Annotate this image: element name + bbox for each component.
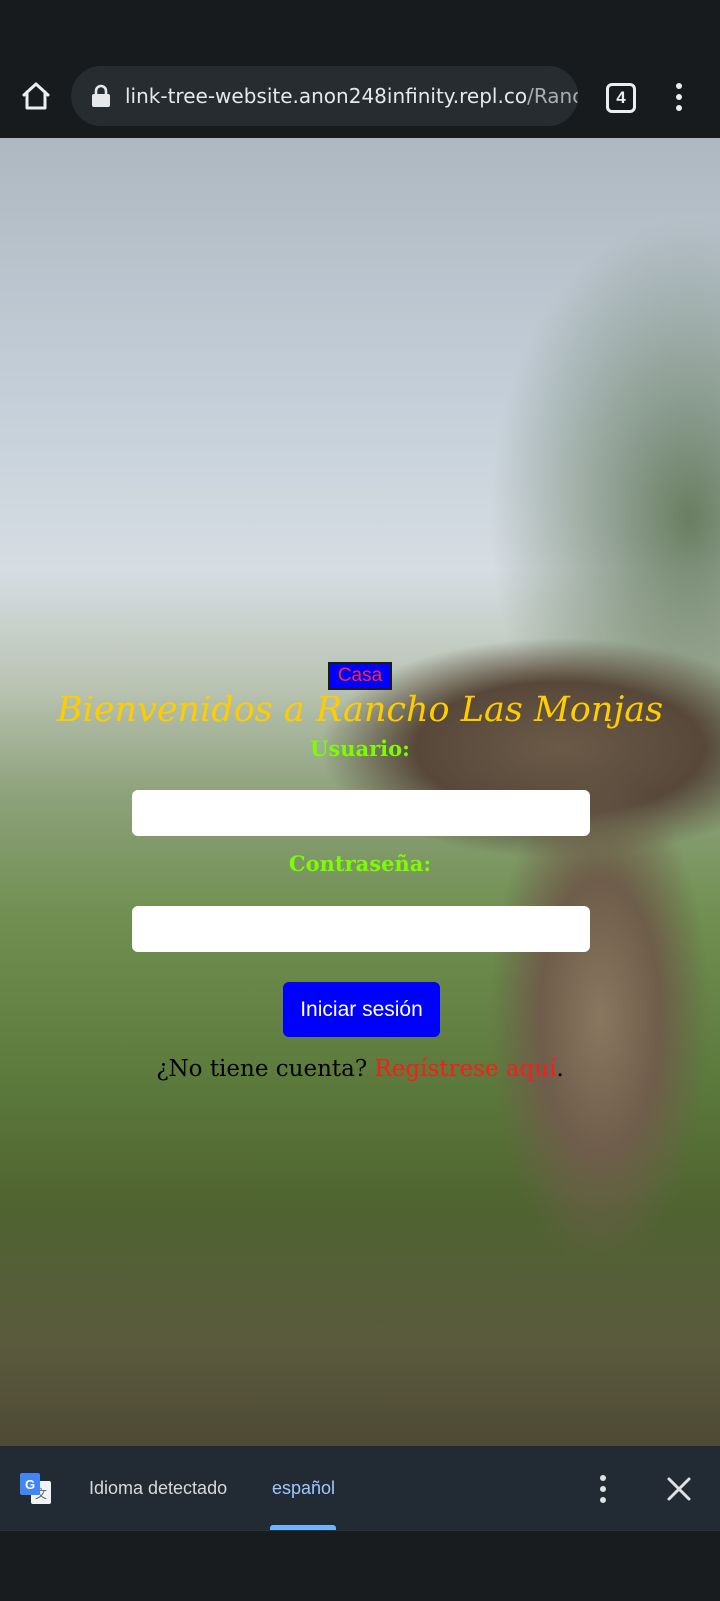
status-bar xyxy=(0,0,720,60)
language-tab-espanol[interactable]: español xyxy=(272,1446,335,1530)
signup-link[interactable]: Regístrese aquí xyxy=(374,1056,556,1082)
password-label: Contraseña: xyxy=(288,851,432,876)
username-label: Usuario: xyxy=(310,736,410,761)
translate-bar: 文 G Idioma detectado español xyxy=(0,1446,720,1530)
tab-count: 4 xyxy=(616,88,626,107)
web-page: Casa Bienvenidos a Rancho Las Monjas Usu… xyxy=(0,138,720,1446)
signup-prefix: ¿No tiene cuenta? xyxy=(156,1056,375,1082)
svg-text:G: G xyxy=(25,1477,35,1492)
password-input[interactable] xyxy=(132,906,590,952)
casa-button[interactable]: Casa xyxy=(328,662,392,690)
signup-suffix: . xyxy=(556,1056,564,1082)
close-icon xyxy=(667,1477,691,1501)
google-translate-icon: 文 G xyxy=(20,1473,51,1504)
url-host: link-tree-website.anon248infinity.repl.c… xyxy=(125,84,528,108)
home-icon xyxy=(22,82,50,110)
browser-toolbar: link-tree-website.anon248infinity.repl.c… xyxy=(0,60,720,138)
login-button[interactable]: Iniciar sesión xyxy=(283,982,440,1037)
url-text: link-tree-website.anon248infinity.repl.c… xyxy=(125,66,578,126)
tab-switcher-button[interactable]: 4 xyxy=(606,83,636,113)
url-path: /Rancho xyxy=(527,84,578,108)
browser-menu-button[interactable] xyxy=(664,80,694,114)
signup-prompt: ¿No tiene cuenta? Regístrese aquí. xyxy=(0,1056,720,1082)
page-title: Bienvenidos a Rancho Las Monjas xyxy=(56,690,664,730)
username-input[interactable] xyxy=(132,790,590,836)
translate-close-button[interactable] xyxy=(664,1474,694,1504)
system-nav-bar xyxy=(0,1530,720,1601)
detected-language-label: Idioma detectado xyxy=(89,1478,228,1498)
home-button[interactable] xyxy=(16,76,56,116)
translate-more-button[interactable] xyxy=(588,1472,618,1506)
address-bar[interactable]: link-tree-website.anon248infinity.repl.c… xyxy=(71,66,578,126)
lock-icon xyxy=(92,84,110,107)
